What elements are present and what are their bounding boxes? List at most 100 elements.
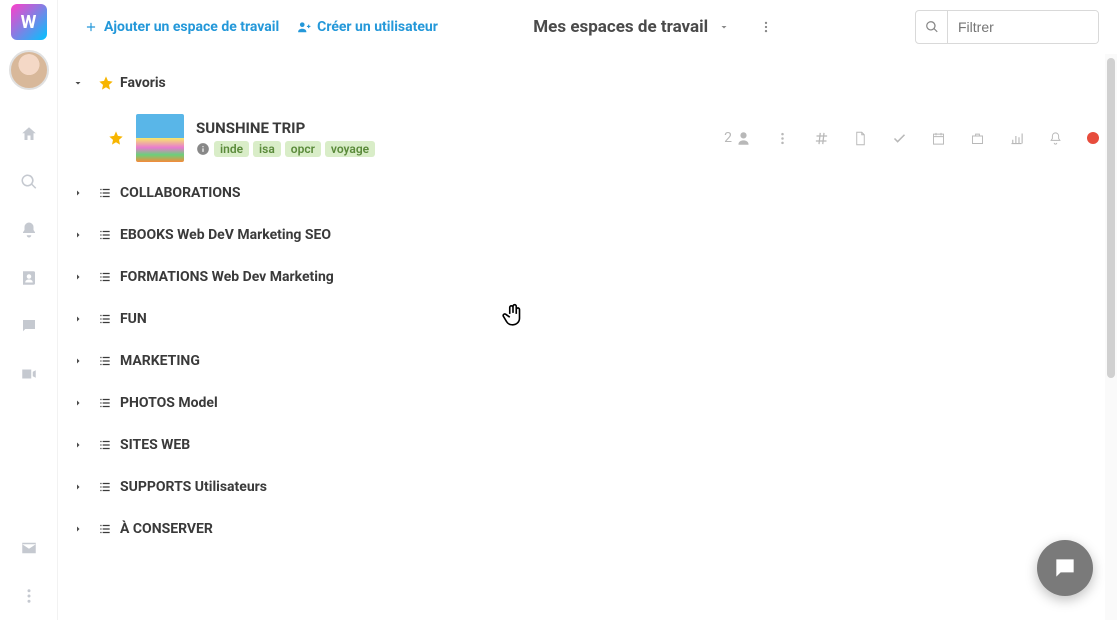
caret-right-icon[interactable] — [72, 397, 84, 409]
category-label: PHOTOS Model — [120, 395, 218, 411]
chevron-down-icon — [718, 21, 730, 33]
chat-icon — [20, 317, 38, 335]
mail-icon — [20, 539, 38, 557]
search-button[interactable] — [916, 11, 948, 43]
category-row[interactable]: FUN — [72, 298, 1099, 340]
view-more-button[interactable] — [754, 15, 778, 39]
category-row[interactable]: À CONSERVER — [72, 508, 1099, 550]
category-label: COLLABORATIONS — [120, 185, 241, 201]
category-row[interactable]: MARKETING — [72, 340, 1099, 382]
category-label: MARKETING — [120, 353, 200, 369]
workspace-tag[interactable]: inde — [214, 141, 249, 157]
user-icon — [736, 131, 751, 146]
check-icon[interactable] — [892, 131, 907, 146]
list-icon — [98, 396, 112, 410]
list-icon — [98, 228, 112, 242]
file-icon[interactable] — [853, 131, 868, 146]
workspace-tag[interactable]: voyage — [325, 141, 375, 157]
topbar: Ajouter un espace de travail Créer un ut… — [58, 0, 1117, 54]
add-workspace-label: Ajouter un espace de travail — [104, 19, 279, 35]
view-title-label: Mes espaces de travail — [533, 17, 708, 37]
more-vertical-icon — [20, 587, 38, 605]
member-count[interactable]: 2 — [724, 130, 751, 146]
nav-home[interactable] — [0, 110, 58, 158]
app-logo[interactable]: W — [11, 4, 47, 40]
category-label: SITES WEB — [120, 437, 190, 453]
category-label: FUN — [120, 311, 147, 327]
list-icon — [98, 186, 112, 200]
bell-icon[interactable] — [1048, 131, 1063, 146]
workspace-item[interactable]: SUNSHINE TRIP inde isa opcr voyage 2 — [72, 104, 1099, 172]
list-icon — [98, 312, 112, 326]
caret-right-icon[interactable] — [72, 313, 84, 325]
main-area: Ajouter un espace de travail Créer un ut… — [58, 0, 1117, 620]
category-row[interactable]: EBOOKS Web DeV Marketing SEO — [72, 214, 1099, 256]
bell-icon — [20, 221, 38, 239]
home-icon — [20, 125, 38, 143]
category-label: FORMATIONS Web Dev Marketing — [120, 269, 334, 285]
search-input[interactable] — [948, 11, 1098, 43]
workspace-tag[interactable]: opcr — [285, 141, 321, 157]
briefcase-icon[interactable] — [970, 131, 985, 146]
workspace-title: SUNSHINE TRIP — [196, 119, 305, 137]
category-row[interactable]: SUPPORTS Utilisateurs — [72, 466, 1099, 508]
avatar[interactable] — [9, 50, 49, 90]
info-icon[interactable] — [196, 142, 210, 156]
nav-chat[interactable] — [0, 302, 58, 350]
contacts-icon — [20, 269, 38, 287]
list-icon — [98, 270, 112, 284]
nav-mail[interactable] — [0, 524, 58, 572]
workspace-list: Favoris SUNSHINE TRIP inde isa opcr voya… — [58, 54, 1117, 620]
list-icon — [98, 522, 112, 536]
left-sidebar: W — [0, 0, 58, 620]
caret-right-icon[interactable] — [72, 229, 84, 241]
category-row[interactable]: FORMATIONS Web Dev Marketing — [72, 256, 1099, 298]
workspace-thumbnail — [136, 114, 184, 162]
nav-video[interactable] — [0, 350, 58, 398]
caret-right-icon[interactable] — [72, 355, 84, 367]
hashtag-icon[interactable] — [814, 131, 829, 146]
category-row[interactable]: PHOTOS Model — [72, 382, 1099, 424]
more-vertical-icon[interactable] — [775, 131, 790, 146]
favorite-toggle[interactable] — [108, 130, 124, 146]
workspace-tag[interactable]: isa — [253, 141, 281, 157]
video-icon — [20, 365, 38, 383]
caret-right-icon[interactable] — [72, 187, 84, 199]
workspace-body: SUNSHINE TRIP inde isa opcr voyage — [196, 119, 375, 157]
star-icon — [98, 75, 114, 91]
category-label: À CONSERVER — [120, 521, 213, 537]
workspace-tags: inde isa opcr voyage — [196, 141, 375, 157]
scrollbar-thumb[interactable] — [1107, 58, 1115, 378]
help-chat-button[interactable] — [1037, 540, 1093, 596]
workspace-actions: 2 — [724, 130, 1099, 146]
create-user-label: Créer un utilisateur — [317, 19, 438, 35]
search-group — [915, 10, 1099, 44]
list-icon — [98, 354, 112, 368]
chat-bubble-icon — [1052, 555, 1078, 581]
caret-down-icon[interactable] — [72, 77, 84, 89]
nav-more[interactable] — [0, 572, 58, 620]
caret-right-icon[interactable] — [72, 271, 84, 283]
caret-right-icon[interactable] — [72, 439, 84, 451]
nav-notifications[interactable] — [0, 206, 58, 254]
chart-icon[interactable] — [1009, 131, 1024, 146]
caret-right-icon[interactable] — [72, 523, 84, 535]
search-icon — [925, 20, 939, 34]
more-vertical-icon — [759, 20, 773, 34]
favorites-label: Favoris — [120, 75, 166, 91]
search-icon — [20, 173, 38, 191]
favorites-section-header[interactable]: Favoris — [72, 62, 1099, 104]
view-selector[interactable]: Mes espaces de travail — [533, 17, 730, 37]
status-dot[interactable] — [1087, 132, 1099, 144]
list-icon — [98, 480, 112, 494]
plus-icon — [84, 20, 98, 34]
create-user-button[interactable]: Créer un utilisateur — [297, 19, 438, 35]
nav-contacts[interactable] — [0, 254, 58, 302]
caret-right-icon[interactable] — [72, 481, 84, 493]
cursor-hand-icon — [500, 302, 526, 328]
category-row[interactable]: SITES WEB — [72, 424, 1099, 466]
nav-search[interactable] — [0, 158, 58, 206]
add-workspace-button[interactable]: Ajouter un espace de travail — [84, 19, 279, 35]
category-row[interactable]: COLLABORATIONS — [72, 172, 1099, 214]
calendar-icon[interactable] — [931, 131, 946, 146]
